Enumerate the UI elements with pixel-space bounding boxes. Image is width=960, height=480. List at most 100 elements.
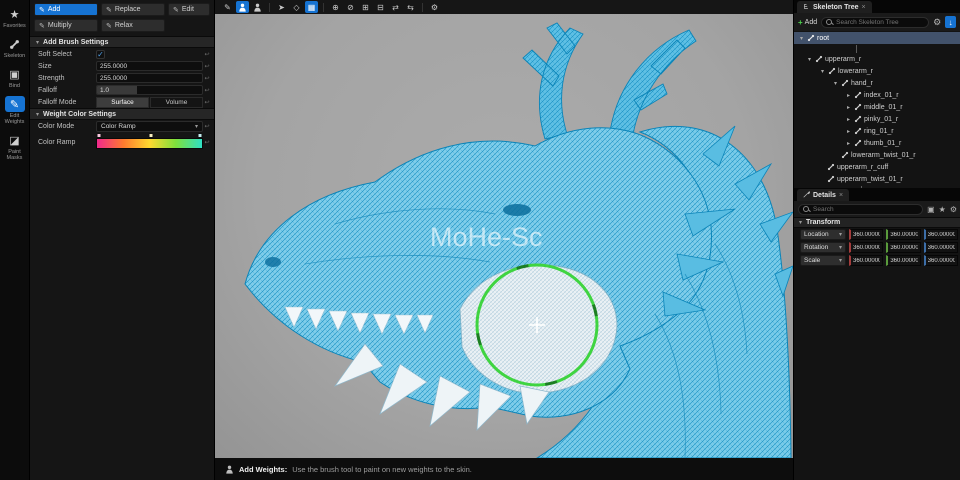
expander-icon[interactable]: ▸	[845, 116, 852, 123]
tree-row-root[interactable]: ▾ root	[794, 32, 960, 44]
tree-settings-gear-icon[interactable]: ⚙	[933, 17, 941, 28]
tree-row-lowerarm_twist_01_r[interactable]: lowerarm_twist_01_r	[794, 149, 960, 161]
color-mode-dropdown[interactable]: Color Ramp▾	[96, 121, 203, 132]
details-panel: Details × ▣ ★ ⚙ ▾ Transform Location▾	[794, 188, 960, 267]
shrink-selection-icon[interactable]: ⊟	[374, 1, 387, 13]
prune-weights-icon[interactable]: ⊘	[344, 1, 357, 13]
expander-icon[interactable]: ▸	[845, 92, 852, 99]
expander-icon[interactable]: ▾	[832, 80, 839, 87]
details-settings-gear-icon[interactable]: ⚙	[950, 205, 957, 214]
scale-combo[interactable]: Scale▾	[800, 255, 846, 266]
skeletal-mesh-editor-window: ★ Favorites Skeleton ▣ Bind ✎ Edit Weigh…	[0, 0, 960, 480]
location-z-input[interactable]	[926, 232, 957, 238]
viewport-canvas[interactable]: MoHe-Sc	[215, 14, 793, 458]
sidebar-item-bind[interactable]: ▣ Bind	[1, 66, 29, 89]
mirror-settings-icon[interactable]: ⇆	[404, 1, 417, 13]
tree-row-ring_01_r[interactable]: ▸ ring_01_r	[794, 125, 960, 137]
tab-details[interactable]: Details ×	[797, 189, 849, 201]
section-add-brush-settings[interactable]: ▾ Add Brush Settings	[30, 36, 214, 48]
marquee-select-icon[interactable]: ▦	[305, 1, 318, 13]
grow-selection-icon[interactable]: ⊞	[359, 1, 372, 13]
tree-icon	[803, 3, 810, 12]
filter-button[interactable]: ↓	[945, 16, 956, 28]
close-icon[interactable]: ×	[839, 192, 843, 199]
brush-mode-edit-button[interactable]: ✎Edit	[168, 3, 210, 16]
brush-mode-replace-button[interactable]: ✎Replace	[101, 3, 165, 16]
chevron-down-icon: ▾	[839, 231, 842, 238]
tree-row-middle_01_r[interactable]: ▸ middle_01_r	[794, 101, 960, 113]
tree-row-index_01_r[interactable]: ▸ index_01_r	[794, 89, 960, 101]
chevron-down-icon: ▾	[839, 257, 842, 264]
bone-icon	[854, 103, 862, 111]
rotation-y-input[interactable]	[888, 245, 919, 251]
arrow-select-icon[interactable]: ➤	[275, 1, 288, 13]
reset-to-default-icon[interactable]: ↩	[203, 87, 211, 94]
section-transform[interactable]: ▾ Transform	[794, 217, 960, 228]
tree-row-thumb_01_r[interactable]: ▸ thumb_01_r	[794, 137, 960, 149]
skeleton-tree-search[interactable]	[821, 17, 929, 28]
details-search-input[interactable]	[813, 206, 918, 213]
tree-row-upperarm_r_cuff[interactable]: upperarm_r_cuff	[794, 161, 960, 173]
lasso-select-icon[interactable]: ◇	[290, 1, 303, 13]
reset-to-default-icon[interactable]: ↩	[203, 139, 211, 146]
scale-x-input[interactable]	[851, 258, 882, 264]
tree-row-lowerarm_r[interactable]: ▾ lowerarm_r	[794, 65, 960, 77]
size-input[interactable]	[96, 61, 203, 71]
skeleton-tree-search-input[interactable]	[836, 19, 924, 26]
brush-mode-multiply-button[interactable]: ✎Multiply	[34, 19, 98, 32]
tree-row-upperarm_r[interactable]: ▾ upperarm_r	[794, 53, 960, 65]
reset-to-default-icon[interactable]: ↩	[203, 63, 211, 70]
sidebar-item-paint-masks[interactable]: ◪ Paint Masks	[1, 132, 29, 161]
expander-icon[interactable]: ▸	[845, 104, 852, 111]
close-icon[interactable]: ×	[862, 4, 866, 11]
falloff-volume-button[interactable]: Volume	[150, 97, 203, 108]
soft-select-checkbox[interactable]: ✓	[96, 50, 105, 59]
display-options-icon[interactable]: ▣	[927, 205, 935, 214]
expander-icon[interactable]: ▾	[798, 35, 805, 42]
brush-mode-add-button[interactable]: ✎Add	[34, 3, 98, 16]
soft-select-row: Soft Select ✓ ↩	[30, 48, 214, 60]
rotation-x-input[interactable]	[851, 245, 882, 251]
mirror-weights-icon[interactable]: ⇄	[389, 1, 402, 13]
location-x-input[interactable]	[851, 232, 882, 238]
bone-icon	[841, 151, 849, 159]
tree-row-pinky_01_r[interactable]: ▸ pinky_01_r	[794, 113, 960, 125]
bone-icon	[854, 139, 862, 147]
rotation-z-input[interactable]	[926, 245, 957, 251]
chevron-down-icon: ▾	[195, 123, 198, 130]
flood-fill-icon[interactable]: ⊕	[329, 1, 342, 13]
expander-icon[interactable]: ▾	[806, 56, 813, 63]
bone-icon	[827, 175, 835, 183]
character-weights-icon[interactable]	[236, 1, 249, 13]
sidebar-item-skeleton[interactable]: Skeleton	[1, 36, 29, 59]
strength-input[interactable]	[96, 73, 203, 83]
color-ramp-gradient[interactable]	[96, 138, 203, 149]
tree-row-hand_r[interactable]: ▾ hand_r	[794, 77, 960, 89]
viewport-settings-gear-icon[interactable]: ⚙	[428, 1, 441, 13]
falloff-surface-button[interactable]: Surface	[96, 97, 149, 108]
location-combo[interactable]: Location▾	[800, 229, 846, 240]
character-bones-icon[interactable]	[251, 1, 264, 13]
scale-y-input[interactable]	[888, 258, 919, 264]
tree-row-upperarm_twist_01_r[interactable]: upperarm_twist_01_r	[794, 173, 960, 185]
section-weight-color-settings[interactable]: ▾ Weight Color Settings	[30, 108, 214, 120]
expander-icon[interactable]: ▸	[845, 140, 852, 147]
scale-z-input[interactable]	[926, 258, 957, 264]
rotation-combo[interactable]: Rotation▾	[800, 242, 846, 253]
sidebar-item-edit-weights[interactable]: ✎ Edit Weights	[1, 96, 29, 125]
sidebar-item-favorites[interactable]: ★ Favorites	[1, 6, 29, 29]
brush-mode-relax-button[interactable]: ✎Relax	[101, 19, 165, 32]
add-bone-button[interactable]: + Add	[798, 18, 817, 27]
expander-icon[interactable]: ▸	[845, 128, 852, 135]
favorites-filter-star-icon[interactable]: ★	[939, 205, 946, 214]
details-search[interactable]	[798, 204, 923, 215]
expander-icon[interactable]: ▾	[819, 68, 826, 75]
reset-to-default-icon[interactable]: ↩	[203, 99, 211, 106]
location-y-input[interactable]	[888, 232, 919, 238]
paint-brush-icon[interactable]: ✎	[221, 1, 234, 13]
tab-skeleton-tree[interactable]: Skeleton Tree ×	[797, 1, 872, 13]
falloff-slider[interactable]: 1.0	[96, 85, 203, 95]
reset-to-default-icon[interactable]: ↩	[203, 51, 211, 58]
reset-to-default-icon[interactable]: ↩	[203, 75, 211, 82]
reset-to-default-icon[interactable]: ↩	[203, 123, 211, 130]
